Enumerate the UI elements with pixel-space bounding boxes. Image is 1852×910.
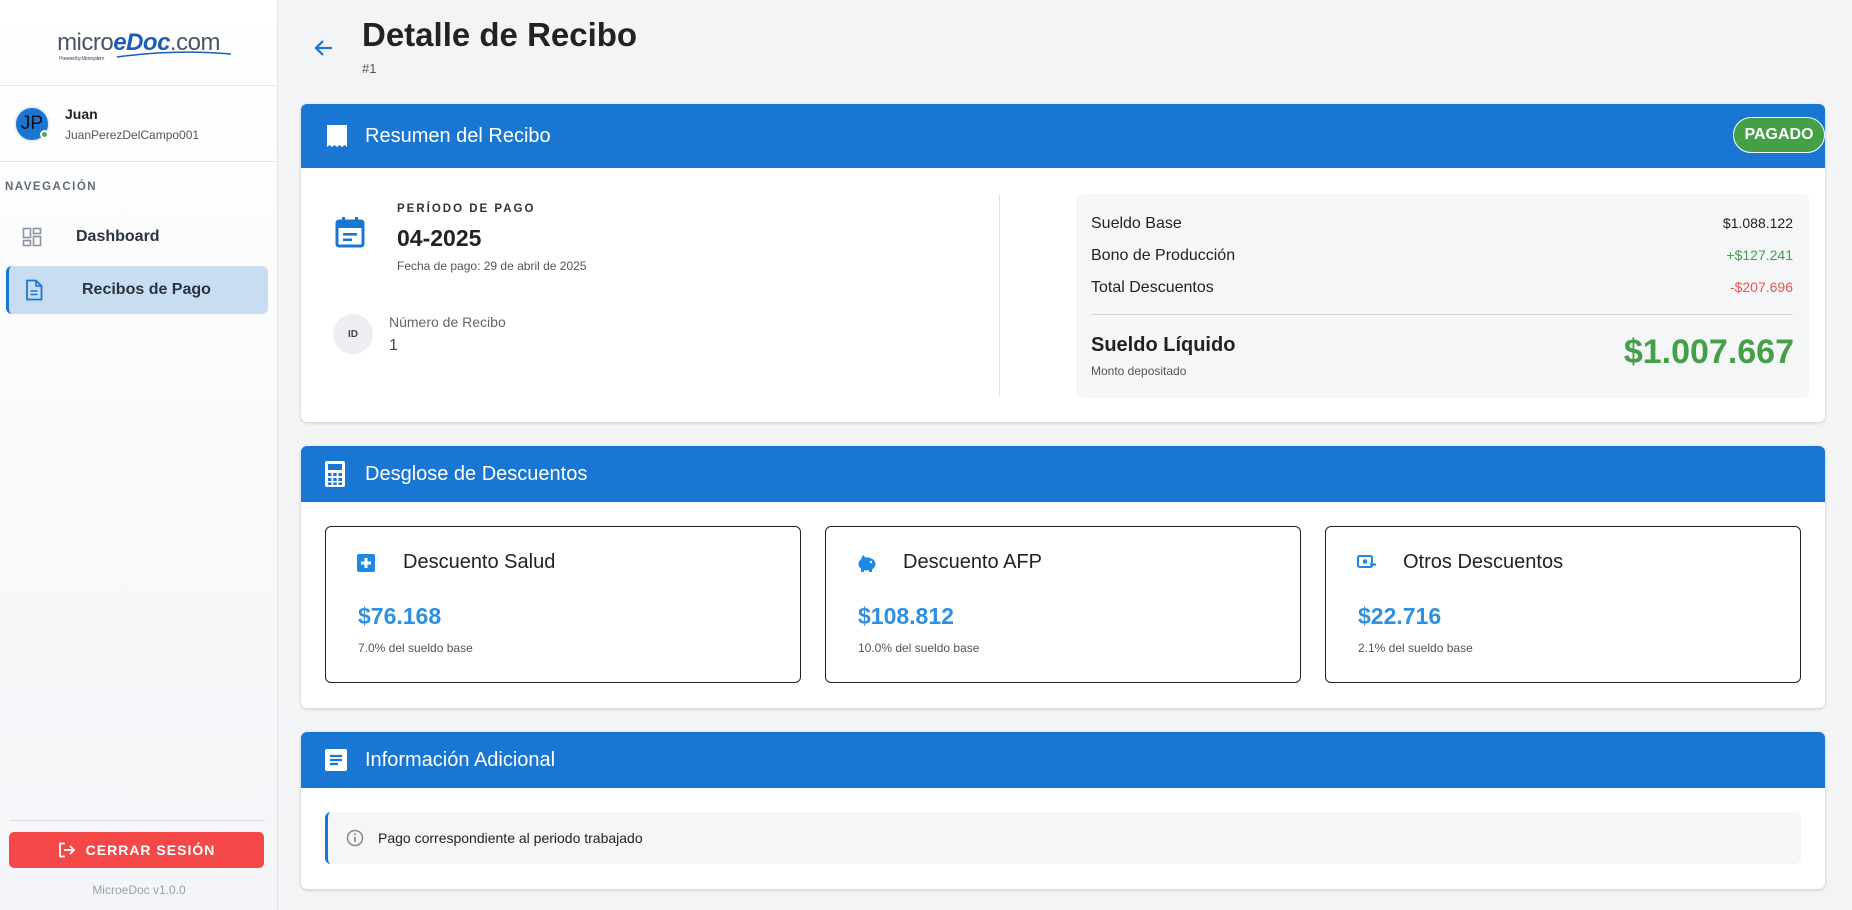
money-off-icon — [1357, 554, 1377, 575]
online-status-icon — [40, 129, 49, 139]
id-badge-text: ID — [348, 328, 358, 340]
discount-other-box: Otros Descuentos $22.716 2.1% del sueldo… — [1325, 526, 1801, 683]
discount-health-box: Descuento Salud $76.168 7.0% del sueldo … — [325, 526, 801, 683]
salary-row-discounts: Total Descuentos -$207.696 — [1091, 279, 1793, 297]
logo-swoosh-icon — [116, 50, 232, 58]
dashboard-icon — [22, 227, 46, 247]
row-label: Total Descuentos — [1091, 279, 1214, 296]
row-amount: -$207.696 — [1729, 279, 1793, 295]
info-message-text: Pago correspondiente al periodo trabajad… — [378, 830, 643, 846]
discount-title: Descuento AFP — [903, 551, 1042, 573]
document-icon — [25, 279, 49, 301]
salary-row-base: Sueldo Base $1.088.122 — [1091, 215, 1793, 233]
info-icon — [346, 829, 364, 847]
id-icon: ID — [333, 314, 373, 354]
card-header: Información Adicional — [301, 732, 1825, 788]
discount-percentage: 10.0% del sueldo base — [858, 641, 980, 655]
card-header: Desglose de Descuentos — [301, 446, 1825, 502]
user-name: Juan — [65, 105, 98, 122]
piggy-bank-icon — [857, 554, 877, 577]
receipt-number-label: Número de Recibo — [389, 314, 506, 330]
page-title: Detalle de Recibo — [362, 16, 638, 53]
arrow-left-icon — [314, 40, 332, 56]
vertical-divider — [999, 194, 1000, 396]
user-profile: JP Juan JuanPerezDelCampo001 — [0, 86, 277, 162]
page-subtitle: #1 — [362, 61, 377, 76]
receipt-icon — [325, 124, 349, 148]
row-label: Bono de Producción — [1091, 247, 1236, 264]
discount-title: Descuento Salud — [403, 551, 556, 573]
discount-title: Otros Descuentos — [1403, 551, 1564, 573]
net-salary-value: $1.007.667 — [1623, 333, 1794, 371]
discounts-card: Desglose de Descuentos Descuento Salud $… — [301, 446, 1825, 708]
brand-tagline: Powered by Microsystem — [59, 55, 104, 62]
sidebar-item-label: Dashboard — [76, 228, 160, 245]
period-value: 04-2025 — [397, 225, 482, 251]
status-badge: PAGADO — [1733, 117, 1825, 153]
logo-area: microeDoc.com Powered by Microsystem — [0, 0, 277, 86]
logout-button[interactable]: CERRAR SESIÓN — [9, 832, 264, 868]
row-amount: +$127.241 — [1726, 247, 1793, 263]
net-salary-label: Sueldo Líquido — [1091, 334, 1236, 356]
notes-icon — [325, 749, 349, 771]
discount-value: $76.168 — [358, 603, 442, 629]
salary-summary: Sueldo Base $1.088.122 Bono de Producció… — [1076, 194, 1809, 398]
sidebar: microeDoc.com Powered by Microsystem JP … — [0, 0, 278, 910]
card-title: Desglose de Descuentos — [365, 462, 588, 485]
discount-percentage: 7.0% del sueldo base — [358, 641, 473, 655]
period-label: PERÍODO DE PAGO — [397, 203, 536, 215]
card-header: Resumen del Recibo PAGADO — [301, 104, 1825, 168]
card-title: Resumen del Recibo — [365, 124, 551, 147]
sidebar-divider — [10, 820, 265, 821]
receipt-number-value: 1 — [389, 337, 398, 354]
discount-percentage: 2.1% del sueldo base — [1358, 641, 1473, 655]
discount-value: $22.716 — [1358, 603, 1442, 629]
sidebar-item-label: Recibos de Pago — [82, 281, 211, 298]
additional-info-card: Información Adicional Pago correspondien… — [301, 732, 1825, 889]
user-handle: JuanPerezDelCampo001 — [65, 127, 200, 142]
net-salary-subtitle: Monto depositado — [1091, 364, 1187, 378]
sidebar-item-dashboard[interactable]: Dashboard — [6, 213, 268, 261]
logout-icon — [58, 842, 75, 858]
card-title: Información Adicional — [365, 748, 556, 771]
discount-afp-box: Descuento AFP $108.812 10.0% del sueldo … — [825, 526, 1301, 683]
info-message: Pago correspondiente al periodo trabajad… — [325, 812, 1801, 864]
summary-divider — [1091, 314, 1793, 315]
avatar: JP — [14, 105, 50, 142]
brand-name-micro: micro — [57, 28, 114, 56]
row-label: Sueldo Base — [1091, 215, 1182, 232]
receipt-summary-card: Resumen del Recibo PAGADO PERÍODO DE PAG… — [301, 104, 1825, 422]
discount-value: $108.812 — [858, 603, 954, 629]
calculator-icon — [325, 461, 349, 487]
row-amount: $1.088.122 — [1722, 215, 1793, 231]
calendar-icon — [335, 216, 365, 253]
medical-cross-icon — [357, 554, 375, 577]
brand-logo[interactable]: microeDoc.com Powered by Microsystem — [57, 28, 232, 62]
back-button[interactable] — [312, 36, 336, 65]
logout-label: CERRAR SESIÓN — [85, 842, 216, 858]
payment-date: Fecha de pago: 29 de abril de 2025 — [397, 259, 587, 273]
app-version: MicroeDoc v1.0.0 — [92, 883, 186, 897]
salary-row-bonus: Bono de Producción +$127.241 — [1091, 247, 1793, 265]
sidebar-item-recibos[interactable]: Recibos de Pago — [6, 266, 268, 314]
nav-title: NAVEGACIÓN — [5, 181, 98, 193]
